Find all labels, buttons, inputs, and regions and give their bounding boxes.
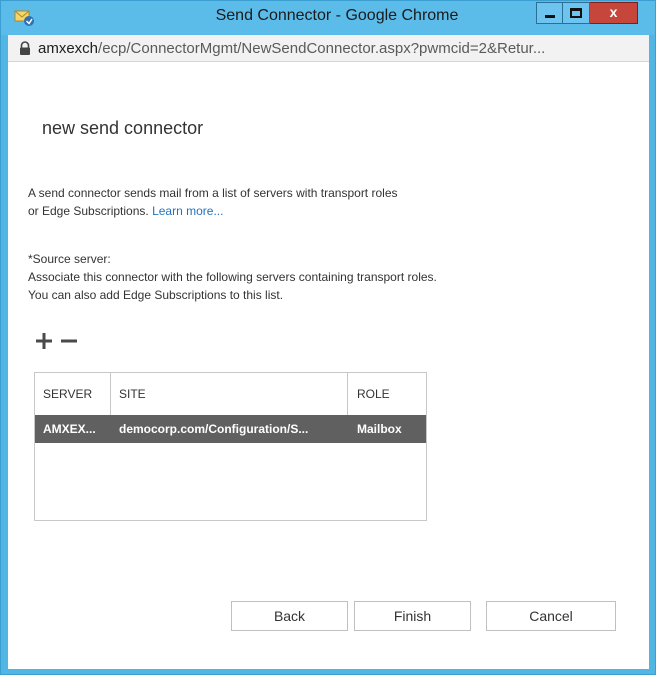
maximize-button[interactable] [563, 2, 590, 24]
dialog-content: new send connector A send connector send… [8, 62, 649, 669]
finish-button[interactable]: Finish [354, 601, 471, 631]
column-header-server[interactable]: SERVER [35, 373, 111, 415]
url-text[interactable]: amxexch/ecp/ConnectorMgmt/NewSendConnect… [38, 40, 545, 57]
add-icon[interactable] [36, 333, 52, 349]
minimize-icon [545, 15, 555, 18]
grid-header: SERVER SITE ROLE [35, 373, 426, 415]
cancel-button[interactable]: Cancel [486, 601, 616, 631]
cell-role: Mailbox [357, 422, 402, 436]
address-bar[interactable]: amxexch/ecp/ConnectorMgmt/NewSendConnect… [8, 35, 649, 62]
cell-site: democorp.com/Configuration/S... [119, 422, 309, 436]
column-header-site[interactable]: SITE [111, 373, 348, 415]
minimize-button[interactable] [536, 2, 563, 24]
table-row[interactable]: AMXEX... democorp.com/Configuration/S...… [35, 415, 426, 443]
maximize-icon [570, 8, 582, 18]
remove-icon[interactable] [61, 333, 77, 349]
close-icon: x [609, 4, 618, 20]
back-button[interactable]: Back [231, 601, 348, 631]
server-grid: SERVER SITE ROLE AMXEX... democorp.com/C… [34, 372, 427, 521]
lock-icon [20, 41, 30, 55]
page-title: new send connector [42, 118, 204, 138]
url-path: /ecp/ConnectorMgmt/NewSendConnector.aspx… [98, 40, 546, 57]
source-server-help: Associate this connector with the follow… [28, 270, 437, 302]
url-host: amxexch [38, 40, 99, 57]
browser-window: Send Connector - Google Chrome x amxexch… [0, 0, 656, 675]
cell-server: AMXEX... [43, 422, 96, 436]
close-button[interactable]: x [590, 2, 638, 24]
description: A send connector sends mail from a list … [28, 184, 408, 220]
learn-more-link[interactable]: Learn more... [152, 204, 223, 218]
title-bar[interactable]: Send Connector - Google Chrome x [1, 1, 655, 35]
column-header-role[interactable]: ROLE [348, 373, 427, 415]
source-server-label: *Source server: [28, 252, 111, 266]
